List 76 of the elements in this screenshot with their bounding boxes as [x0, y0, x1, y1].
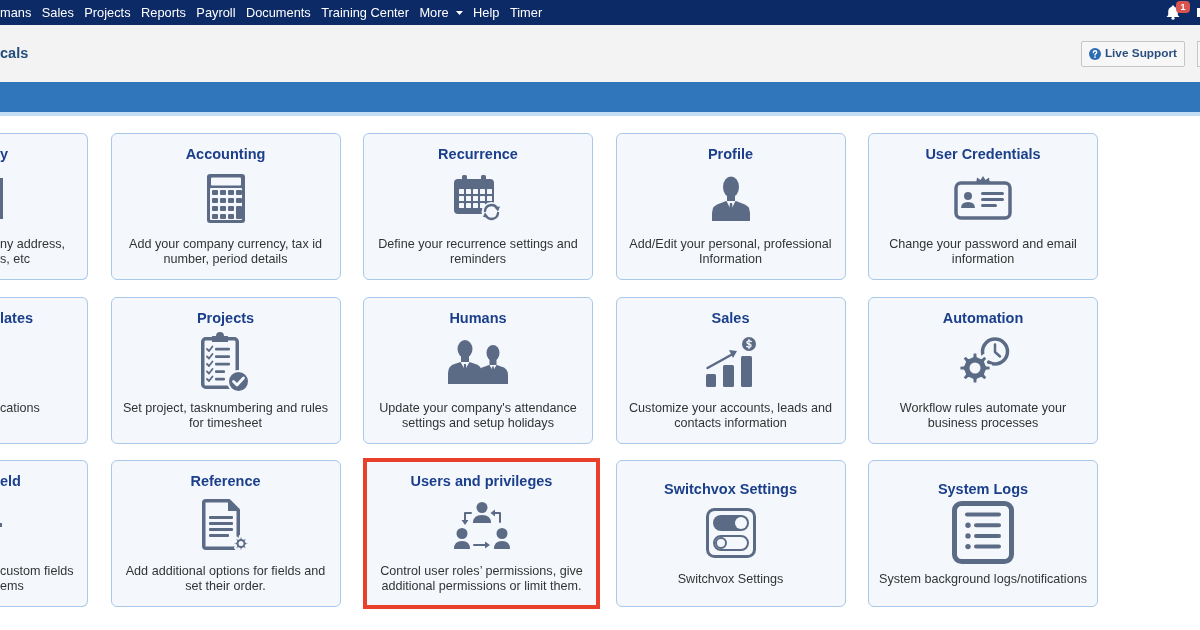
- bell-icon: [1166, 5, 1180, 20]
- calculator-icon: [206, 173, 245, 223]
- card-description: Add/Edit your personal, professional Information: [628, 237, 833, 267]
- card-title: Projects: [196, 309, 255, 327]
- document-gear-icon: [201, 498, 250, 552]
- card-description: Define your recurrence settings and reminders: [377, 237, 579, 267]
- card-description: ems: [0, 579, 25, 594]
- card-description: Workflow rules automate your business processes: [898, 400, 1068, 431]
- nav-link[interactable]: mans: [0, 0, 32, 25]
- card-description: System background logs/notifications: [879, 571, 1087, 587]
- cropped-card[interactable]: y ny address, s, etc: [0, 133, 88, 280]
- nav-link[interactable]: More: [419, 0, 463, 25]
- card-description: Add additional options for fields and set their order.: [124, 564, 327, 594]
- card-description: Change your password and email information: [888, 237, 1078, 267]
- settings-card[interactable]: User Credentials Change your password and email information: [868, 133, 1098, 280]
- card-title: Recurrence: [438, 146, 518, 163]
- id-card-icon: [954, 176, 1012, 220]
- person-icon: [711, 175, 750, 221]
- nav-link[interactable]: Documents: [246, 0, 311, 25]
- live-support-button[interactable]: Live Support: [1080, 40, 1185, 67]
- nav-link[interactable]: Payroll: [196, 0, 236, 25]
- card-title: eld: [0, 473, 21, 490]
- notification-badge: 1: [1176, 1, 1190, 13]
- people-arrows-icon: [453, 501, 510, 549]
- settings-card[interactable]: Users and privileges Control user roles’ permissions, give additional permissions or limit them.: [363, 458, 600, 609]
- clipboard-check-icon: [201, 330, 250, 393]
- card-description: Customize your accounts, leads and contacts information: [628, 400, 833, 431]
- toggle-switches-icon: [705, 507, 756, 558]
- card-title: Switchvox Settings: [664, 480, 797, 498]
- two-people-icon: [448, 339, 508, 384]
- cropped-button[interactable]: [1197, 40, 1200, 67]
- settings-card[interactable]: Profile Add/Edit your personal, professional Information: [615, 133, 846, 280]
- card-title: Accounting: [185, 146, 266, 163]
- bar-chart-dollar-icon: [705, 336, 756, 387]
- help-icon: [1088, 47, 1101, 60]
- card-title: Users and privileges: [410, 473, 553, 490]
- cropped-card[interactable]: lates cations: [0, 296, 88, 444]
- card-description: cations: [0, 400, 40, 416]
- card-title: User Credentials: [925, 146, 1041, 163]
- settings-card[interactable]: Sales Customize your accounts, leads and contacts information: [615, 296, 846, 444]
- page-title: cals: [0, 43, 29, 63]
- card-title: Profile: [707, 146, 754, 163]
- card-description: custom fields: [0, 564, 74, 579]
- settings-card[interactable]: Humans Update your company's attendance settings and setup holidays: [363, 296, 593, 444]
- card-description: s, etc: [0, 252, 32, 267]
- nav-link[interactable]: Help: [473, 0, 500, 25]
- nav-link[interactable]: Sales: [41, 0, 74, 25]
- card-title: Humans: [449, 309, 507, 327]
- settings-card[interactable]: Switchvox Settings Switchvox Settings: [615, 460, 846, 607]
- card-description: Control user roles’ permissions, give additional permissions or limit them.: [379, 564, 584, 594]
- card-title: lates: [0, 309, 34, 327]
- settings-card[interactable]: Projects Set project, tasknumbering and rules for timesheet: [110, 296, 341, 444]
- card-title: Sales: [711, 309, 750, 327]
- nav-link[interactable]: Training Center: [321, 0, 409, 25]
- card-description: Update your company's attendance settings and setup holidays: [378, 400, 578, 431]
- card-title: y: [0, 146, 9, 163]
- cropped-icon: [1197, 8, 1200, 17]
- card-description: Add your company currency, tax id number, period details: [128, 237, 323, 267]
- nav-link[interactable]: Projects: [84, 0, 131, 25]
- settings-card[interactable]: Automation Workflow rules automate your business processes: [868, 296, 1098, 444]
- card-description: Set project, tasknumbering and rules for timesheet: [121, 400, 330, 431]
- card-description: Switchvox Settings: [677, 571, 784, 587]
- card-title: Automation: [942, 309, 1024, 327]
- settings-card[interactable]: Recurrence Define your recurrence settings and reminders: [363, 133, 593, 280]
- nav-link[interactable]: Reports: [141, 0, 186, 25]
- settings-card[interactable]: System Logs System background logs/notifications: [868, 460, 1098, 607]
- card-title: System Logs: [937, 480, 1029, 498]
- card-description: ny address,: [0, 237, 66, 252]
- nav-link[interactable]: Timer: [509, 0, 543, 25]
- settings-card[interactable]: Reference Add additional options for fields and set their order.: [110, 460, 341, 607]
- cropped-icon: [0, 177, 3, 219]
- cropped-card[interactable]: eld custom fields ems: [0, 460, 88, 607]
- card-title: Reference: [190, 473, 261, 490]
- list-icon: [952, 501, 1014, 564]
- calendar-refresh-icon: [454, 174, 502, 222]
- settings-card[interactable]: Accounting Add your company currency, tax id number, period details: [110, 133, 341, 280]
